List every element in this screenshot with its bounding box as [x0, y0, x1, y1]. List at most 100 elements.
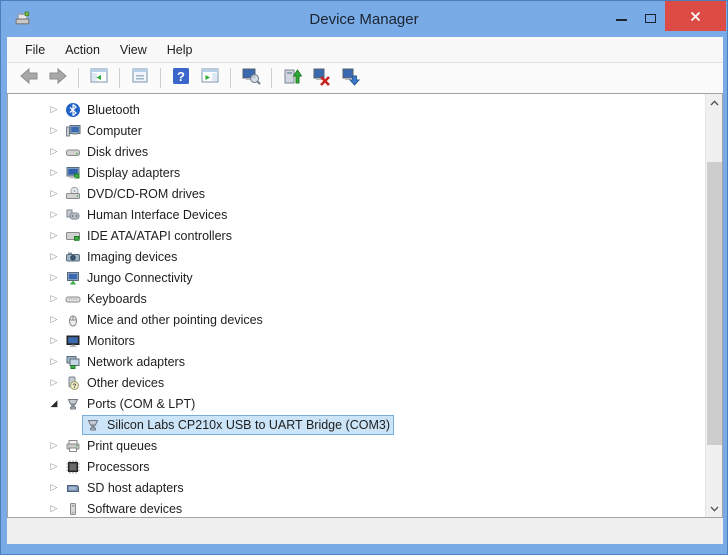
expand-toggle-icon[interactable]: ▷ [46, 246, 62, 267]
scrollbar-thumb[interactable] [707, 162, 722, 445]
tree-row[interactable]: ◢ Ports (COM & LPT) [8, 393, 705, 414]
tree-item[interactable]: Silicon Labs CP210x USB to UART Bridge (… [82, 415, 394, 435]
tree-item[interactable]: DVD/CD-ROM drives [62, 184, 209, 204]
tree-item[interactable]: Print queues [62, 436, 161, 456]
tree-item[interactable]: Ports (COM & LPT) [62, 394, 199, 414]
tree-item[interactable]: Imaging devices [62, 247, 181, 267]
device-manager-window: Device Manager FileActionViewHelp ? ▷Blu… [0, 0, 728, 555]
tree-row[interactable]: ▷Keyboards [8, 288, 705, 309]
tree-row[interactable]: ▷Processors [8, 456, 705, 477]
window-controls [607, 1, 726, 31]
tree-row[interactable]: ▷?Other devices [8, 372, 705, 393]
tree-item[interactable]: Software devices [62, 499, 186, 518]
tree-item[interactable]: SD host adapters [62, 478, 188, 498]
menu-item-file[interactable]: File [15, 39, 55, 61]
tree-row[interactable]: ▷Bluetooth [8, 99, 705, 120]
imaging-device-icon [65, 249, 81, 265]
expand-toggle-icon[interactable]: ▷ [46, 456, 62, 477]
tree-row[interactable]: ▷Jungo Connectivity [8, 267, 705, 288]
expand-toggle-icon[interactable]: ▷ [46, 120, 62, 141]
show-hide-console-tree-button[interactable] [87, 66, 111, 90]
expand-toggle-icon[interactable]: ▷ [46, 267, 62, 288]
expand-toggle-icon[interactable]: ▷ [46, 498, 62, 517]
tree-item-label: Human Interface Devices [87, 208, 227, 222]
tree-row[interactable]: ▷Print queues [8, 435, 705, 456]
expand-toggle-icon[interactable]: ▷ [46, 162, 62, 183]
bluetooth-icon [65, 102, 81, 118]
tree-item[interactable]: Disk drives [62, 142, 152, 162]
tree-row[interactable]: ▷Computer [8, 120, 705, 141]
expand-toggle-icon[interactable]: ▷ [46, 204, 62, 225]
expand-toggle-icon[interactable]: ▷ [46, 351, 62, 372]
tree-row[interactable]: ▷Disk drives [8, 141, 705, 162]
tree-row[interactable]: ▷Mice and other pointing devices [8, 309, 705, 330]
dvd-drive-icon [65, 186, 81, 202]
expand-toggle-icon[interactable]: ▷ [46, 477, 62, 498]
expand-toggle-icon[interactable]: ▷ [46, 99, 62, 120]
scroll-up-button[interactable] [706, 94, 723, 111]
uninstall-device-button[interactable] [309, 66, 333, 90]
tree-item[interactable]: Processors [62, 457, 154, 477]
vertical-scrollbar[interactable] [705, 94, 722, 517]
tree-item[interactable]: Mice and other pointing devices [62, 310, 267, 330]
console-tree-icon [89, 66, 109, 91]
tree-row[interactable]: Silicon Labs CP210x USB to UART Bridge (… [8, 414, 705, 435]
collapse-toggle-icon[interactable]: ◢ [46, 393, 62, 414]
tree-row[interactable]: ▷Imaging devices [8, 246, 705, 267]
tree-item-label: Monitors [87, 334, 135, 348]
expand-toggle-icon[interactable]: ▷ [46, 435, 62, 456]
tree-row[interactable]: ▷Network adapters [8, 351, 705, 372]
menu-bar: FileActionViewHelp [7, 37, 723, 63]
expand-toggle-icon[interactable]: ▷ [46, 141, 62, 162]
menu-item-action[interactable]: Action [55, 39, 110, 61]
printer-icon [65, 438, 81, 454]
expand-toggle-icon[interactable]: ▷ [46, 372, 62, 393]
maximize-button[interactable] [636, 1, 665, 31]
tree-item[interactable]: Computer [62, 121, 146, 141]
tree-item[interactable]: Bluetooth [62, 100, 144, 120]
expand-toggle-icon[interactable]: ▷ [46, 183, 62, 204]
ports-icon [85, 417, 101, 433]
tree-item[interactable]: Jungo Connectivity [62, 268, 197, 288]
tree-row[interactable]: ▷IDE ATA/ATAPI controllers [8, 225, 705, 246]
disable-device-button[interactable] [338, 66, 362, 90]
tree-item[interactable]: Keyboards [62, 289, 151, 309]
minimize-button[interactable] [607, 1, 636, 31]
back-button[interactable] [17, 66, 41, 90]
tree-item[interactable]: Display adapters [62, 163, 184, 183]
expand-toggle-icon[interactable]: ▷ [46, 330, 62, 351]
minimize-icon [616, 19, 627, 21]
tree-item[interactable]: Human Interface Devices [62, 205, 231, 225]
toolbar-separator [160, 68, 161, 88]
update-driver-button[interactable] [280, 66, 304, 90]
properties-button[interactable] [128, 66, 152, 90]
toolbar-separator [119, 68, 120, 88]
scroll-down-button[interactable] [706, 500, 723, 517]
scan-hardware-changes-button[interactable] [239, 66, 263, 90]
expand-toggle-icon[interactable]: ▷ [46, 309, 62, 330]
help-button[interactable]: ? [169, 66, 193, 90]
tree-item[interactable]: Monitors [62, 331, 139, 351]
svg-text:?: ? [73, 383, 77, 390]
processor-icon [65, 459, 81, 475]
tree-row[interactable]: ▷DVD/CD-ROM drives [8, 183, 705, 204]
tree-row[interactable]: ▷SD host adapters [8, 477, 705, 498]
menu-item-view[interactable]: View [110, 39, 157, 61]
close-button[interactable] [665, 1, 726, 31]
expand-toggle-icon[interactable]: ▷ [46, 225, 62, 246]
tree-row[interactable]: ▷Display adapters [8, 162, 705, 183]
tree-row[interactable]: ▷ Monitors [8, 330, 705, 351]
expand-toggle-icon[interactable]: ▷ [46, 288, 62, 309]
disk-drive-icon [65, 144, 81, 160]
tree-row[interactable]: ▷Software devices [8, 498, 705, 517]
titlebar[interactable]: Device Manager [1, 1, 727, 37]
tree-item[interactable]: IDE ATA/ATAPI controllers [62, 226, 236, 246]
menu-item-help[interactable]: Help [157, 39, 203, 61]
tree-item[interactable]: ?Other devices [62, 373, 168, 393]
tree-item[interactable]: Network adapters [62, 352, 189, 372]
forward-button[interactable] [46, 66, 70, 90]
tree-row[interactable]: ▷ Human Interface Devices [8, 204, 705, 225]
tree-item-label: Ports (COM & LPT) [87, 397, 195, 411]
sd-host-icon [65, 480, 81, 496]
show-hide-action-pane-button[interactable] [198, 66, 222, 90]
